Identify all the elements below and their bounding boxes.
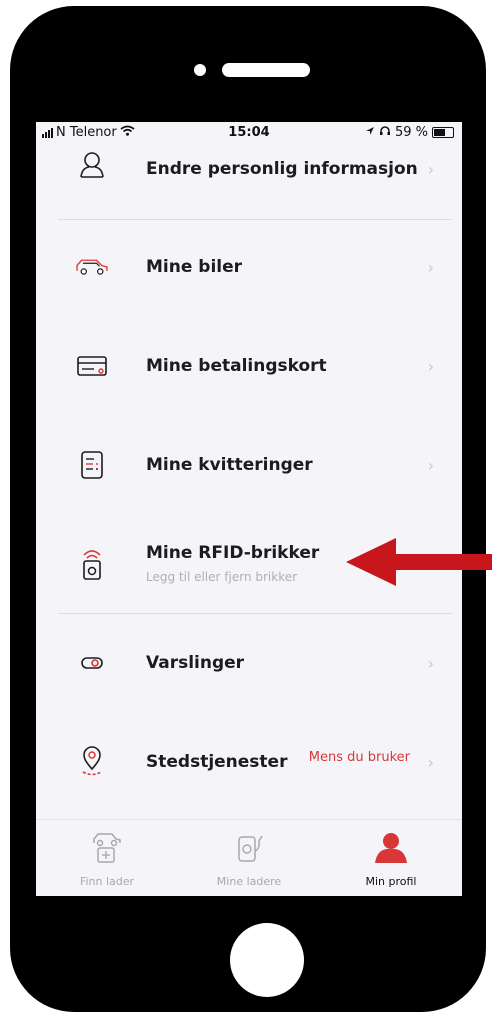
chevron-right-icon: › (427, 258, 434, 277)
annotation-arrow-icon (346, 538, 492, 586)
chevron-right-icon: › (427, 160, 434, 179)
chevron-right-icon: › (427, 456, 434, 475)
battery-icon (432, 127, 454, 138)
menu-item-cars[interactable]: Mine biler › (36, 245, 462, 289)
divider (58, 613, 452, 614)
menu-item-label: Mine kvitteringer (146, 455, 313, 475)
camera-dot (194, 64, 206, 76)
receipt-icon (74, 447, 110, 483)
menu-item-label: Stedstjenester (146, 752, 288, 772)
tab-my-chargers[interactable]: Mine ladere (178, 820, 320, 896)
tab-label: Finn lader (79, 875, 135, 888)
headphones-icon (379, 125, 391, 140)
find-charger-icon (87, 830, 127, 866)
credit-card-icon (74, 348, 110, 384)
chevron-right-icon: › (427, 654, 434, 673)
menu-item-label: Varslinger (146, 653, 245, 673)
chevron-right-icon: › (427, 357, 434, 376)
menu-item-label: Mine betalingskort (146, 356, 327, 376)
profile-icon (371, 830, 411, 866)
car-icon (74, 249, 110, 285)
battery-percent: 59 % (394, 125, 428, 140)
menu-item-label: Endre personlig informasjon (146, 159, 418, 179)
speaker-grille (222, 63, 310, 77)
menu-item-receipts[interactable]: Mine kvitteringer › (36, 443, 462, 487)
chevron-right-icon: › (427, 753, 434, 772)
home-button[interactable] (230, 923, 304, 997)
app-screen: N Telenor 15:04 59 % Endre personlig inf… (36, 122, 462, 896)
my-chargers-icon (229, 830, 269, 866)
menu-item-label: Mine biler (146, 257, 243, 277)
location-arrow-icon (365, 125, 375, 140)
tab-my-profile[interactable]: Min profil (320, 820, 462, 896)
rfid-tag-icon (74, 546, 110, 582)
divider (58, 219, 452, 220)
menu-item-notifications[interactable]: Varslinger › (36, 641, 462, 685)
tab-bar: Finn lader Mine ladere Min profil (36, 819, 462, 896)
menu-item-location-services[interactable]: Stedstjenester Mens du bruker › (36, 740, 462, 784)
tab-find-charger[interactable]: Finn lader (36, 820, 178, 896)
menu-item-sublabel: Legg til eller fjern brikker (146, 570, 298, 584)
tab-label: Min profil (365, 875, 417, 888)
menu-item-payment-cards[interactable]: Mine betalingskort › (36, 344, 462, 388)
status-bar: N Telenor 15:04 59 % (36, 122, 462, 144)
location-permission-value: Mens du bruker (308, 750, 410, 765)
menu-item-label: Mine RFID-brikker (146, 543, 320, 563)
menu-item-personal-info[interactable]: Endre personlig informasjon › (36, 147, 462, 191)
toggle-icon (74, 645, 110, 681)
tab-label: Mine ladere (216, 875, 282, 888)
person-icon (74, 147, 110, 183)
location-pin-icon (74, 743, 110, 779)
